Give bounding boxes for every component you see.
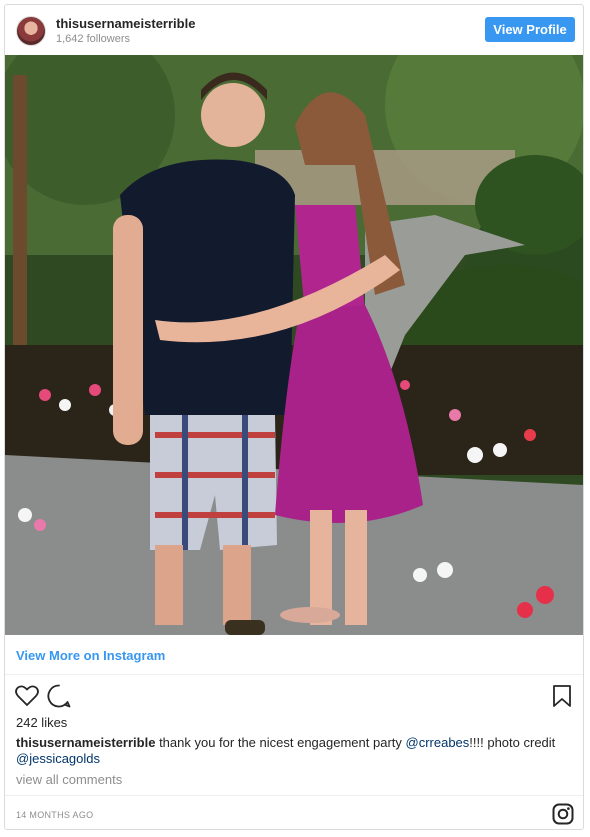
photo-illustration — [5, 55, 583, 635]
avatar[interactable] — [16, 16, 46, 46]
caption-text-2: !!!! photo credit — [469, 735, 556, 750]
caption: thisusernameisterrible thank you for the… — [16, 735, 571, 767]
comment-icon[interactable] — [46, 683, 72, 709]
instagram-icon[interactable] — [552, 803, 574, 825]
timestamp: 14 MONTHS AGO — [16, 810, 94, 820]
mention-link[interactable]: @crreabes — [406, 735, 470, 750]
username[interactable]: thisusernameisterrible — [56, 16, 195, 31]
view-more-link[interactable]: View More on Instagram — [16, 648, 165, 663]
post-footer: 14 MONTHS AGO — [5, 795, 583, 831]
view-more-row: View More on Instagram — [5, 636, 583, 675]
post-photo[interactable] — [5, 55, 583, 635]
caption-text-1: thank you for the nicest engagement part… — [155, 735, 406, 750]
instagram-embed-card: thisusernameisterrible 1,642 followers V… — [4, 4, 584, 830]
heart-icon[interactable] — [14, 683, 40, 709]
view-profile-button[interactable]: View Profile — [485, 17, 575, 42]
action-bar — [5, 677, 583, 713]
mention-link[interactable]: @jessicagolds — [16, 751, 100, 766]
post-header: thisusernameisterrible 1,642 followers V… — [5, 5, 583, 55]
follower-count: 1,642 followers — [56, 33, 130, 45]
view-all-comments-link[interactable]: view all comments — [16, 772, 122, 787]
bookmark-icon[interactable] — [549, 683, 575, 709]
caption-username[interactable]: thisusernameisterrible — [16, 735, 155, 750]
like-count: 242 likes — [16, 715, 68, 730]
